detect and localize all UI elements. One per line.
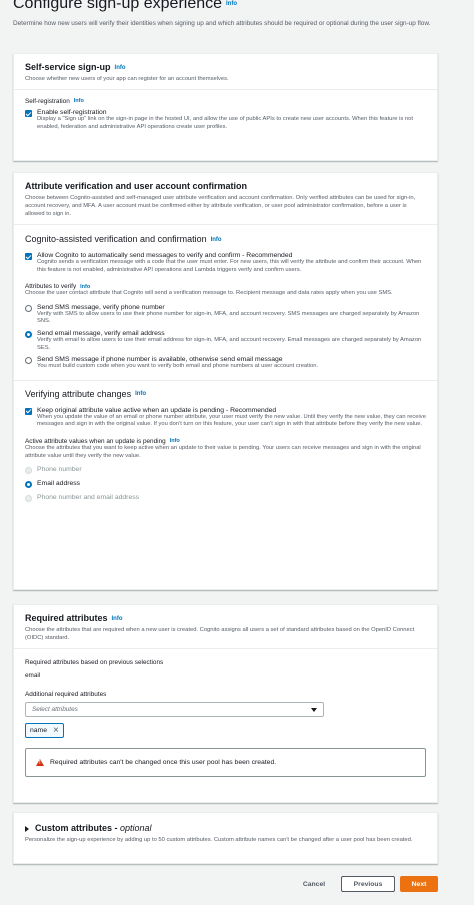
radio-label: Send SMS message, verify phone number <box>37 303 165 311</box>
radio-option-phone-and-email[interactable]: Phone number and email address <box>25 494 426 503</box>
radio-selected-icon[interactable] <box>25 481 32 489</box>
keep-original-value-checkbox-row[interactable]: Keep original attribute value active whe… <box>25 407 426 429</box>
radio-description: Verify with SMS to allow users to use th… <box>37 310 420 325</box>
cognito-info-link[interactable]: Info <box>211 237 222 243</box>
page-description: Determine how new users will verify thei… <box>13 20 431 27</box>
custom-attributes-header[interactable]: Custom attributes - optional Personalize… <box>14 813 437 854</box>
radio-disabled-icon[interactable] <box>25 495 32 503</box>
radio-description: Verify with email to allow users to use … <box>37 336 422 351</box>
checkbox-checked-icon[interactable] <box>25 110 32 117</box>
field-label: Active attribute values when an update i… <box>25 437 180 445</box>
field-label: Self-registration Info <box>25 98 84 105</box>
panel-description: Choose between Cognito-assisted and self… <box>25 195 416 217</box>
warning-alert: Required attributes can't be changed onc… <box>25 748 426 777</box>
cancel-button[interactable]: Cancel <box>294 876 334 892</box>
panel-description: Choose the attributes that are required … <box>25 627 415 641</box>
panel-description: Choose whether new users of your app can… <box>25 76 229 82</box>
checkbox-description: When you update the value of an email or… <box>37 413 426 428</box>
checkbox-checked-icon[interactable] <box>25 253 32 260</box>
radio-option-sms-or-email[interactable]: Send SMS message if phone number is avai… <box>25 356 426 371</box>
checkbox-label: Keep original attribute value active whe… <box>37 406 277 414</box>
self-service-signup-panel: Self-service sign-up Info Choose whether … <box>13 53 438 161</box>
prev-selection-value: email <box>25 672 41 679</box>
radio-label: Phone number <box>37 466 82 474</box>
additional-attrs-label: Additional required attributes <box>25 691 107 698</box>
radio-option-email-address[interactable]: Email address <box>25 480 426 489</box>
required-attributes-panel: Required attributes Info Choose the attri… <box>13 604 438 803</box>
expand-caret-icon[interactable] <box>25 825 29 832</box>
changes-info-link[interactable]: Info <box>135 391 146 397</box>
select-placeholder: Select attributes <box>32 706 78 713</box>
radio-icon[interactable] <box>25 357 32 365</box>
radio-option-email[interactable]: Send email message, verify email address… <box>25 330 426 352</box>
next-button[interactable]: Next <box>400 876 438 892</box>
caret-down-icon <box>311 707 317 712</box>
section-title: Cognito-assisted verification and confir… <box>25 234 222 244</box>
attribute-verification-panel: Attribute verification and user account … <box>13 172 438 590</box>
panel-header: Self-service sign-up Info Choose whether … <box>14 54 437 90</box>
radio-label: Send email message, verify email address <box>37 329 165 337</box>
page-title: Configure sign-up experience Info <box>13 0 238 12</box>
checkbox-label: Enable self-registration <box>37 109 107 116</box>
checkbox-checked-icon[interactable] <box>25 407 32 415</box>
panel-title[interactable]: Custom attributes - optional <box>25 823 426 833</box>
required-attrs-info-link[interactable]: Info <box>112 616 123 622</box>
radio-label: Email address <box>37 480 81 488</box>
radio-label: Send SMS message if phone number is avai… <box>37 356 283 364</box>
checkbox-description: Cognito sends a verification message wit… <box>37 259 422 273</box>
panel-title: Attribute verification and user account … <box>25 181 248 191</box>
radio-description: You must build custom code when you want… <box>37 363 319 370</box>
page-info-link[interactable]: Info <box>226 1 237 7</box>
radio-disabled-icon[interactable] <box>25 467 32 475</box>
field-label: Attributes to verify Info <box>25 283 91 291</box>
prev-selection-label: Required attributes based on previous se… <box>25 659 164 666</box>
close-icon[interactable]: × <box>53 725 59 735</box>
section-title: Verifying attribute changes Info <box>25 388 147 399</box>
warning-icon <box>36 759 44 766</box>
radio-selected-icon[interactable] <box>25 330 32 338</box>
active-values-info-link[interactable]: Info <box>170 438 180 444</box>
field-description: Choose the user contact attribute that C… <box>25 290 393 297</box>
alert-text: Required attributes can't be changed onc… <box>50 759 277 766</box>
panel-title: Required attributes <box>25 613 108 623</box>
panel-header: Required attributes Info Choose the attri… <box>14 605 437 649</box>
token-label: name <box>30 727 48 734</box>
radio-icon[interactable] <box>25 304 32 312</box>
radio-option-phone-number[interactable]: Phone number <box>25 466 426 475</box>
attrs-to-verify-info-link[interactable]: Info <box>80 284 90 290</box>
checkbox-label: Allow Cognito to automatically send mess… <box>37 252 293 259</box>
custom-attributes-panel: Custom attributes - optional Personalize… <box>13 812 438 864</box>
radio-label: Phone number and email address <box>37 494 140 502</box>
checkbox-description: Display a "Sign up" link on the sign-in … <box>37 116 413 130</box>
enable-self-registration-checkbox-row[interactable]: Enable self-registration Display a "Sign… <box>25 109 426 131</box>
previous-button[interactable]: Previous <box>341 876 395 892</box>
field-description: Choose the attributes that you want to k… <box>25 444 421 459</box>
self-registration-info-link[interactable]: Info <box>74 98 84 104</box>
self-service-info-link[interactable]: Info <box>115 65 126 71</box>
panel-description: Personalize the sign-up experience by ad… <box>25 837 413 843</box>
panel-header: Attribute verification and user account … <box>14 173 437 225</box>
allow-cognito-checkbox-row[interactable]: Allow Cognito to automatically send mess… <box>25 252 426 274</box>
radio-option-sms[interactable]: Send SMS message, verify phone number Ve… <box>25 304 426 326</box>
select-attributes-dropdown[interactable]: Select attributes <box>25 702 324 717</box>
attribute-token: name × <box>25 723 64 738</box>
panel-title: Self-service sign-up <box>25 62 111 72</box>
